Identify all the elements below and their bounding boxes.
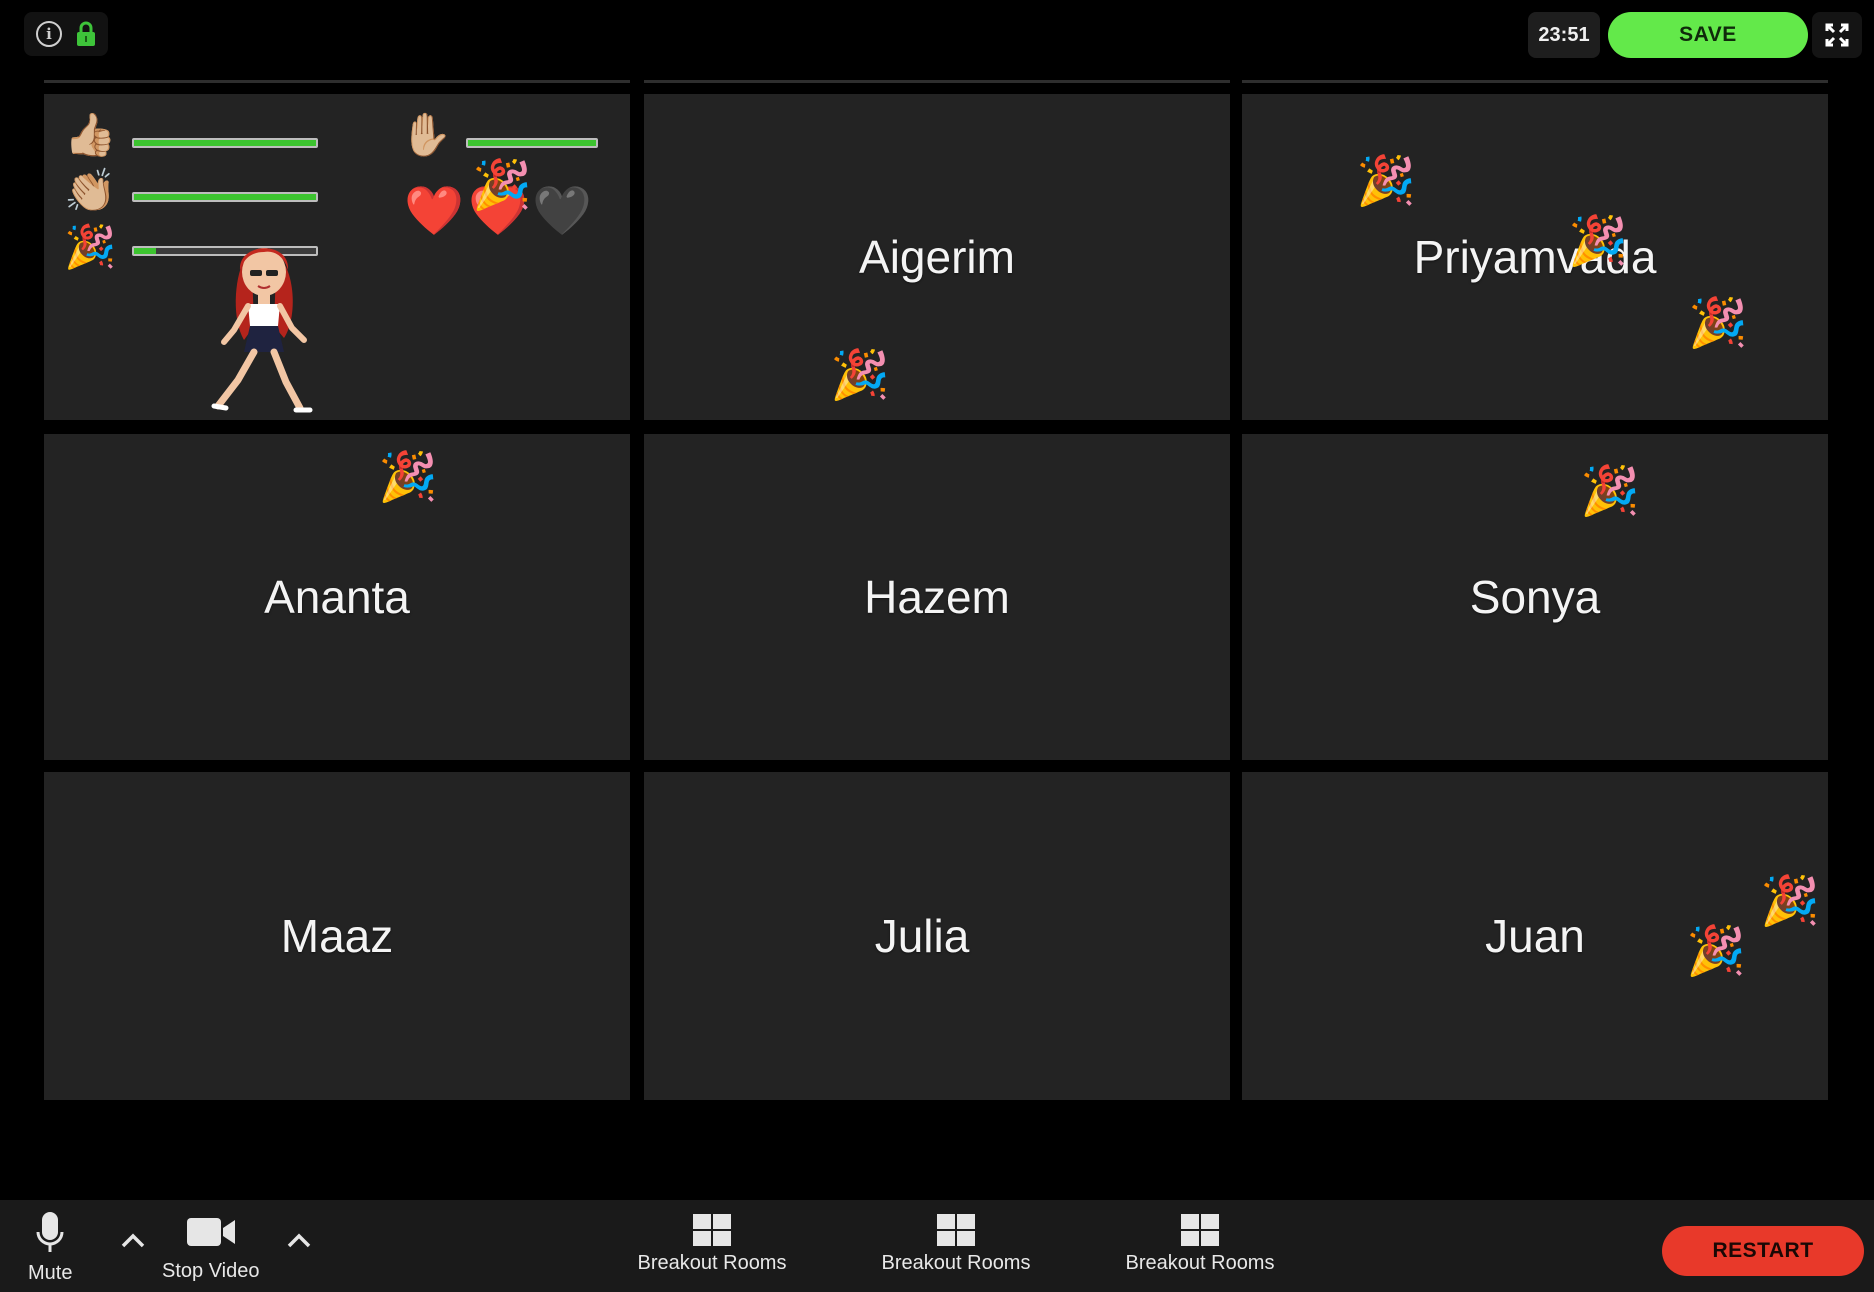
breakout-rooms-label: Breakout Rooms <box>881 1252 1031 1274</box>
avatar <box>211 248 313 413</box>
participant-tile[interactable]: Sonya 🎉 <box>1242 434 1828 760</box>
video-camera-icon <box>186 1218 235 1246</box>
party-popper-icon: 🎉 <box>1760 875 1820 928</box>
party-popper-icon[interactable]: 🎉 <box>64 226 116 268</box>
participant-name: Aigerim <box>859 231 1015 283</box>
party-popper-icon: 🎉 <box>1580 465 1640 518</box>
red-heart-icon[interactable]: ❤️ <box>404 188 464 236</box>
grid-divider <box>644 80 1230 83</box>
top-toolbar: i 23:51 SAVE <box>0 0 1874 70</box>
raised-hand-icon[interactable]: ✋🏼 <box>400 114 452 156</box>
mute-label: Mute <box>28 1262 73 1284</box>
info-icon[interactable]: i <box>36 21 62 47</box>
breakout-rooms-icon <box>693 1214 731 1246</box>
participant-tile[interactable]: Juan 🎉 🎉 <box>1242 772 1828 1100</box>
party-popper-icon: 🎉 <box>1686 925 1746 978</box>
thumbs-up-meter <box>132 138 318 148</box>
meter-fill <box>134 248 156 254</box>
participant-tile[interactable]: Aigerim 🎉 <box>644 94 1230 420</box>
breakout-rooms-button[interactable]: Breakout Rooms <box>1124 1214 1276 1275</box>
lock-icon[interactable] <box>76 21 96 47</box>
save-button[interactable]: SAVE <box>1608 12 1808 58</box>
participant-tile[interactable]: Ananta 🎉 <box>44 434 630 760</box>
thumbs-up-icon[interactable]: 👍🏼 <box>64 114 116 156</box>
chevron-up-icon[interactable] <box>118 1226 148 1256</box>
party-popper-icon: 🎉 <box>1568 215 1628 268</box>
chevron-up-icon[interactable] <box>284 1226 314 1256</box>
mute-button[interactable]: Mute <box>28 1210 72 1285</box>
black-heart-icon[interactable]: 🖤 <box>532 188 592 236</box>
participant-tile[interactable]: Hazem <box>644 434 1230 760</box>
stop-video-button[interactable]: Stop Video <box>162 1214 260 1283</box>
clap-icon[interactable]: 👏🏼 <box>64 170 116 212</box>
stop-video-label: Stop Video <box>162 1260 260 1282</box>
participant-name: Ananta <box>264 571 410 623</box>
participant-name: Sonya <box>1469 571 1601 623</box>
party-popper-icon: 🎉 <box>1688 297 1748 350</box>
fullscreen-icon[interactable] <box>1812 12 1862 58</box>
meter-fill <box>134 140 316 146</box>
meeting-info-group: i <box>24 12 108 56</box>
participant-name: Hazem <box>864 571 1010 623</box>
breakout-rooms-label: Breakout Rooms <box>637 1252 787 1274</box>
participant-tile[interactable]: Priyamvada 🎉 🎉 🎉 <box>1242 94 1828 420</box>
microphone-icon <box>36 1212 64 1252</box>
raised-hand-meter <box>466 138 598 148</box>
party-popper-icon: 🎉 <box>1356 155 1416 208</box>
party-popper-icon: 🎉 <box>830 349 890 402</box>
meter-fill <box>134 194 316 200</box>
reactions-panel-tile: 👍🏼 👏🏼 🎉 ✋🏼 ❤️ ❤️ 🖤 🎉 <box>44 94 630 420</box>
restart-button[interactable]: RESTART <box>1662 1226 1864 1276</box>
participant-name: Priyamvada <box>1413 231 1657 283</box>
participant-name: Maaz <box>280 910 394 962</box>
meeting-timer: 23:51 <box>1528 12 1600 58</box>
breakout-rooms-icon <box>937 1214 975 1246</box>
breakout-rooms-label: Breakout Rooms <box>1125 1252 1275 1274</box>
party-popper-icon: 🎉 <box>378 451 438 504</box>
breakout-rooms-button[interactable]: Breakout Rooms <box>880 1214 1032 1275</box>
breakout-rooms-icon <box>1181 1214 1219 1246</box>
party-popper-icon: 🎉 <box>472 159 532 212</box>
participant-name: Julia <box>874 910 970 962</box>
participant-tile[interactable]: Julia <box>644 772 1230 1100</box>
grid-divider <box>1242 80 1828 83</box>
breakout-rooms-button[interactable]: Breakout Rooms <box>636 1214 788 1275</box>
participant-tile[interactable]: Maaz <box>44 772 630 1100</box>
meter-fill <box>468 140 596 146</box>
clap-meter <box>132 192 318 202</box>
grid-divider <box>44 80 630 83</box>
